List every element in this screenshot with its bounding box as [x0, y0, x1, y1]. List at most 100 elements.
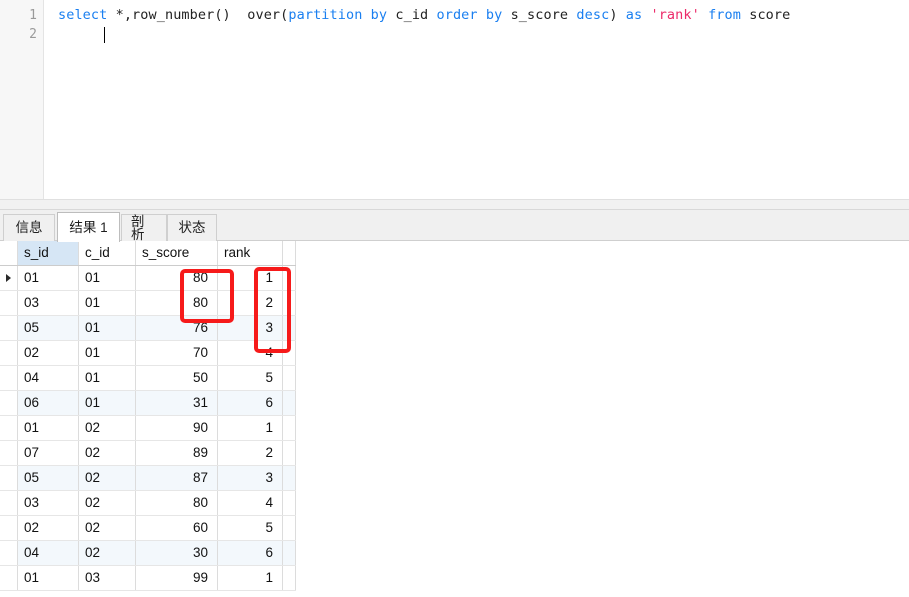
- cell-s_id[interactable]: 04: [17, 540, 79, 566]
- row-indicator-cell[interactable]: [0, 440, 18, 466]
- cell-c_id[interactable]: 01: [78, 315, 136, 341]
- cell-s_score[interactable]: 99: [135, 565, 218, 591]
- cell-s_score[interactable]: 90: [135, 415, 218, 441]
- cell-filler: [282, 415, 296, 441]
- cell-s_id[interactable]: 01: [17, 415, 79, 441]
- cell-c_id[interactable]: 02: [78, 490, 136, 516]
- row-indicator-cell[interactable]: [0, 490, 18, 516]
- row-indicator-cell[interactable]: [0, 340, 18, 366]
- cell-s_id[interactable]: 03: [17, 290, 79, 316]
- row-indicator-cell[interactable]: [0, 465, 18, 491]
- cell-c_id[interactable]: 02: [78, 440, 136, 466]
- row-indicator-cell[interactable]: [0, 515, 18, 541]
- cell-s_score[interactable]: 80: [135, 265, 218, 291]
- cell-rank[interactable]: 6: [217, 540, 283, 566]
- cell-c_id[interactable]: 03: [78, 565, 136, 591]
- cell-s_score[interactable]: 89: [135, 440, 218, 466]
- column-header-s_score[interactable]: s_score: [135, 241, 218, 266]
- table-row[interactable]: 01 03 99 1: [0, 565, 296, 591]
- cell-rank[interactable]: 3: [217, 315, 283, 341]
- cell-rank[interactable]: 6: [217, 390, 283, 416]
- cell-rank[interactable]: 4: [217, 490, 283, 516]
- cell-s_id[interactable]: 03: [17, 490, 79, 516]
- sql-statement-line[interactable]: select *,row_number() over(partition by …: [58, 6, 790, 25]
- code-area[interactable]: select *,row_number() over(partition by …: [44, 0, 909, 199]
- cell-s_id[interactable]: 01: [17, 265, 79, 291]
- cell-c_id[interactable]: 02: [78, 465, 136, 491]
- cell-c_id[interactable]: 01: [78, 390, 136, 416]
- row-indicator-cell[interactable]: [0, 565, 18, 591]
- column-header-c_id[interactable]: c_id: [78, 241, 136, 266]
- table-row[interactable]: 05 02 87 3: [0, 465, 296, 491]
- cell-filler: [282, 490, 296, 516]
- cell-c_id[interactable]: 02: [78, 540, 136, 566]
- cell-s_score[interactable]: 87: [135, 465, 218, 491]
- line-number-2: 2: [29, 27, 37, 42]
- tab-0[interactable]: 信息: [3, 214, 55, 241]
- cell-s_id[interactable]: 06: [17, 390, 79, 416]
- cell-rank[interactable]: 5: [217, 365, 283, 391]
- table-row[interactable]: 04 02 30 6: [0, 540, 296, 566]
- row-indicator-cell[interactable]: [0, 365, 18, 391]
- cell-s_id[interactable]: 07: [17, 440, 79, 466]
- row-indicator-cell[interactable]: [0, 415, 18, 441]
- table-row[interactable]: 02 02 60 5: [0, 515, 296, 541]
- row-indicator-cell[interactable]: [0, 265, 18, 291]
- cell-s_id[interactable]: 04: [17, 365, 79, 391]
- sql-token-1: *,row_number() over(: [107, 7, 289, 23]
- cell-s_id[interactable]: 01: [17, 565, 79, 591]
- row-indicator-cell[interactable]: [0, 390, 18, 416]
- column-header-s_id[interactable]: s_id: [17, 241, 79, 266]
- row-indicator-cell[interactable]: [0, 315, 18, 341]
- cell-s_score[interactable]: 31: [135, 390, 218, 416]
- row-indicator-cell[interactable]: [0, 540, 18, 566]
- result-grid[interactable]: s_id c_id s_score rank 01 01 80 1 03 01 80 2 05 0…: [0, 241, 909, 597]
- panel-splitter[interactable]: [0, 199, 909, 210]
- sql-token-9: 'rank': [650, 7, 700, 23]
- table-row[interactable]: 03 02 80 4: [0, 490, 296, 516]
- cell-rank[interactable]: 2: [217, 290, 283, 316]
- cell-s_id[interactable]: 05: [17, 315, 79, 341]
- cell-rank[interactable]: 1: [217, 565, 283, 591]
- cell-s_score[interactable]: 30: [135, 540, 218, 566]
- table-row[interactable]: 03 01 80 2: [0, 290, 296, 316]
- cell-s_score[interactable]: 76: [135, 315, 218, 341]
- table-row[interactable]: 01 02 90 1: [0, 415, 296, 441]
- cell-rank[interactable]: 1: [217, 415, 283, 441]
- cell-c_id[interactable]: 01: [78, 365, 136, 391]
- row-indicator-cell[interactable]: [0, 290, 18, 316]
- table-row[interactable]: 02 01 70 4: [0, 340, 296, 366]
- cell-c_id[interactable]: 01: [78, 265, 136, 291]
- table-row[interactable]: 01 01 80 1: [0, 265, 296, 291]
- table-row[interactable]: 04 01 50 5: [0, 365, 296, 391]
- tab-2[interactable]: 剖析: [121, 214, 167, 241]
- cell-c_id[interactable]: 02: [78, 515, 136, 541]
- sql-token-11: from: [708, 7, 741, 23]
- cell-c_id[interactable]: 01: [78, 290, 136, 316]
- cell-s_id[interactable]: 02: [17, 340, 79, 366]
- cell-rank[interactable]: 4: [217, 340, 283, 366]
- table-row[interactable]: 05 01 76 3: [0, 315, 296, 341]
- cell-rank[interactable]: 1: [217, 265, 283, 291]
- cell-s_score[interactable]: 80: [135, 290, 218, 316]
- table-row[interactable]: 07 02 89 2: [0, 440, 296, 466]
- cell-s_score[interactable]: 80: [135, 490, 218, 516]
- cell-s_id[interactable]: 02: [17, 515, 79, 541]
- result-table: s_id c_id s_score rank 01 01 80 1 03 01 80 2 05 0…: [0, 241, 296, 591]
- cell-rank[interactable]: 2: [217, 440, 283, 466]
- table-header-row: s_id c_id s_score rank: [0, 241, 296, 266]
- cell-s_score[interactable]: 70: [135, 340, 218, 366]
- cell-c_id[interactable]: 01: [78, 340, 136, 366]
- sql-token-10: [700, 7, 708, 23]
- sql-editor[interactable]: 1 2 select *,row_number() over(partition…: [0, 0, 909, 199]
- cell-c_id[interactable]: 02: [78, 415, 136, 441]
- tab-1-active[interactable]: 结果 1: [57, 212, 120, 242]
- cell-rank[interactable]: 3: [217, 465, 283, 491]
- table-row[interactable]: 06 01 31 6: [0, 390, 296, 416]
- column-header-rank[interactable]: rank: [217, 241, 283, 266]
- cell-s_score[interactable]: 60: [135, 515, 218, 541]
- tab-3[interactable]: 状态: [167, 214, 217, 241]
- cell-s_id[interactable]: 05: [17, 465, 79, 491]
- cell-rank[interactable]: 5: [217, 515, 283, 541]
- cell-s_score[interactable]: 50: [135, 365, 218, 391]
